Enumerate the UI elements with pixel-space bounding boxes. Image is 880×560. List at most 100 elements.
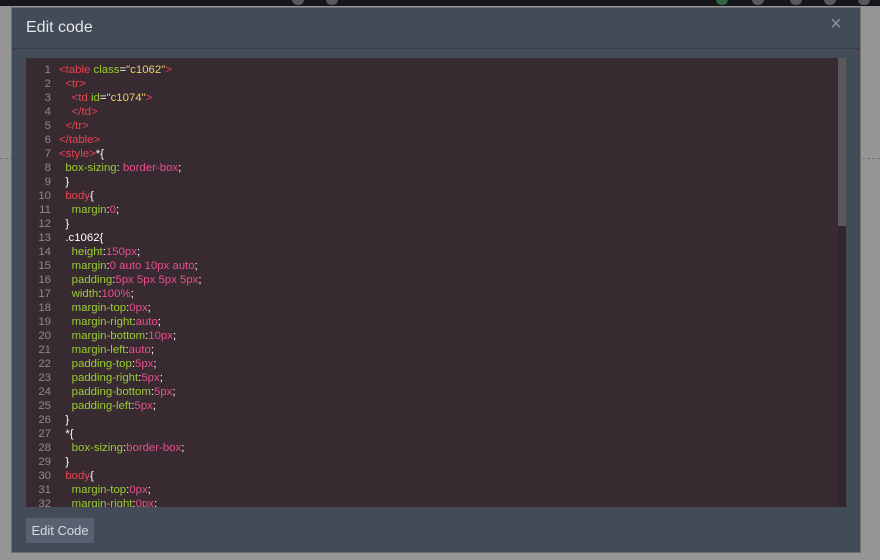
code-text: <style>*{ <box>59 147 104 161</box>
code-token: ; <box>154 498 158 507</box>
code-text: margin-top:0px; <box>59 301 151 315</box>
code-token: .c1062{ <box>65 232 104 244</box>
code-token: margin-bottom <box>71 330 146 342</box>
code-line[interactable]: 29 } <box>26 455 832 469</box>
code-text: .c1062{ <box>59 231 103 245</box>
code-token: ; <box>159 372 163 384</box>
code-line[interactable]: 4 </td> <box>26 105 832 119</box>
code-text: padding:5px 5px 5px 5px; <box>59 273 202 287</box>
code-token: margin-top <box>71 484 127 496</box>
code-token: 5px <box>135 358 154 370</box>
line-number: 30 <box>38 470 51 482</box>
line-number: 10 <box>38 190 51 202</box>
code-text: margin-right:auto; <box>59 315 161 329</box>
code-token: ; <box>153 358 157 370</box>
code-line[interactable]: 17 width:100%; <box>26 287 832 301</box>
code-token: } <box>65 456 70 468</box>
code-line[interactable]: 2 <tr> <box>26 77 832 91</box>
code-text: margin-left:auto; <box>59 343 154 357</box>
line-number: 8 <box>44 162 51 174</box>
edit-code-button[interactable]: Edit Code <box>26 518 94 543</box>
code-token: margin-right <box>71 498 133 507</box>
close-icon[interactable]: × <box>830 14 844 34</box>
code-token: <tr> <box>65 78 86 90</box>
code-token: auto <box>128 344 151 356</box>
code-text: } <box>59 175 69 189</box>
code-line[interactable]: 16 padding:5px 5px 5px 5px; <box>26 273 832 287</box>
code-line[interactable]: 19 margin-right:auto; <box>26 315 832 329</box>
code-token: { <box>90 190 94 202</box>
code-line[interactable]: 18 margin-top:0px; <box>26 301 832 315</box>
code-token: </table> <box>59 134 101 146</box>
code-token: "c1062" <box>126 64 166 76</box>
code-line[interactable]: 11 margin:0; <box>26 203 832 217</box>
code-line[interactable]: 25 padding-left:5px; <box>26 399 832 413</box>
line-number: 2 <box>44 78 51 90</box>
code-token: } <box>65 218 70 230</box>
line-number: 18 <box>38 302 51 314</box>
code-line[interactable]: 31 margin-top:0px; <box>26 483 832 497</box>
code-token: ; <box>181 442 185 454</box>
code-text: padding-left:5px; <box>59 399 156 413</box>
code-token: border-box <box>126 442 182 454</box>
code-text: body{ <box>59 189 94 203</box>
code-line[interactable]: 27 *{ <box>26 427 832 441</box>
code-line[interactable]: 32 margin-right:0px; <box>26 497 832 507</box>
code-token: 150px <box>105 246 137 258</box>
code-line[interactable]: 13 .c1062{ <box>26 231 832 245</box>
code-line[interactable]: 30 body{ <box>26 469 832 483</box>
editor-scrollbar[interactable] <box>838 58 846 507</box>
code-token: ; <box>198 274 202 286</box>
code-line[interactable]: 7 <style>*{ <box>26 147 832 161</box>
code-line[interactable]: 24 padding-bottom:5px; <box>26 385 832 399</box>
code-line[interactable]: 6 </table> <box>26 133 832 147</box>
code-token: 0 auto 10px auto <box>109 260 195 272</box>
line-number: 14 <box>38 246 51 258</box>
code-text: margin-bottom:10px; <box>59 329 176 343</box>
code-token: } <box>65 176 70 188</box>
code-token: padding-bottom <box>71 386 151 398</box>
line-number: 5 <box>44 120 51 132</box>
code-line[interactable]: 23 padding-right:5px; <box>26 371 832 385</box>
code-token: <table <box>59 64 94 76</box>
code-lines[interactable]: 1 <table class="c1062"> 2 <tr> 3 <td id="c1… <box>26 63 832 507</box>
code-line[interactable]: 3 <td id="c1074"> <box>26 91 832 105</box>
line-number: 23 <box>38 372 51 384</box>
code-token: 0px <box>129 302 148 314</box>
code-token: height <box>71 246 103 258</box>
line-number: 6 <box>44 134 51 146</box>
code-line[interactable]: 10 body{ <box>26 189 832 203</box>
line-number: 29 <box>38 456 51 468</box>
code-token: ; <box>194 260 198 272</box>
line-number: 3 <box>44 92 51 104</box>
code-token: ; <box>172 330 177 342</box>
line-number: 17 <box>38 288 51 300</box>
code-line[interactable]: 21 margin-left:auto; <box>26 343 832 357</box>
code-line[interactable]: 28 box-sizing:border-box; <box>26 441 832 455</box>
code-token: 5px <box>134 400 153 412</box>
code-token: margin <box>71 204 107 216</box>
code-token: ; <box>116 204 120 216</box>
code-token: box-sizing <box>71 442 123 454</box>
modal-header: Edit code × <box>12 8 860 49</box>
code-line[interactable]: 12 } <box>26 217 832 231</box>
code-line[interactable]: 20 margin-bottom:10px; <box>26 329 832 343</box>
code-editor[interactable]: 1 <table class="c1062"> 2 <tr> 3 <td id="c1… <box>26 58 846 507</box>
code-token: ; <box>150 344 154 356</box>
code-line[interactable]: 8 box-sizing: border-box; <box>26 161 832 175</box>
code-line[interactable]: 14 height:150px; <box>26 245 832 259</box>
code-line[interactable]: 22 padding-top:5px; <box>26 357 832 371</box>
code-line[interactable]: 15 margin:0 auto 10px auto; <box>26 259 832 273</box>
code-token: *{ <box>65 428 74 440</box>
code-token: class <box>93 64 120 76</box>
code-line[interactable]: 9 } <box>26 175 832 189</box>
line-number: 7 <box>44 148 51 160</box>
code-token: box-sizing <box>65 162 117 174</box>
code-text: </td> <box>59 105 98 119</box>
code-text: body{ <box>59 469 94 483</box>
scrollbar-thumb[interactable] <box>838 58 846 226</box>
code-line[interactable]: 1 <table class="c1062"> <box>26 63 832 77</box>
code-line[interactable]: 5 </tr> <box>26 119 832 133</box>
code-line[interactable]: 26 } <box>26 413 832 427</box>
code-token: width <box>71 288 99 300</box>
